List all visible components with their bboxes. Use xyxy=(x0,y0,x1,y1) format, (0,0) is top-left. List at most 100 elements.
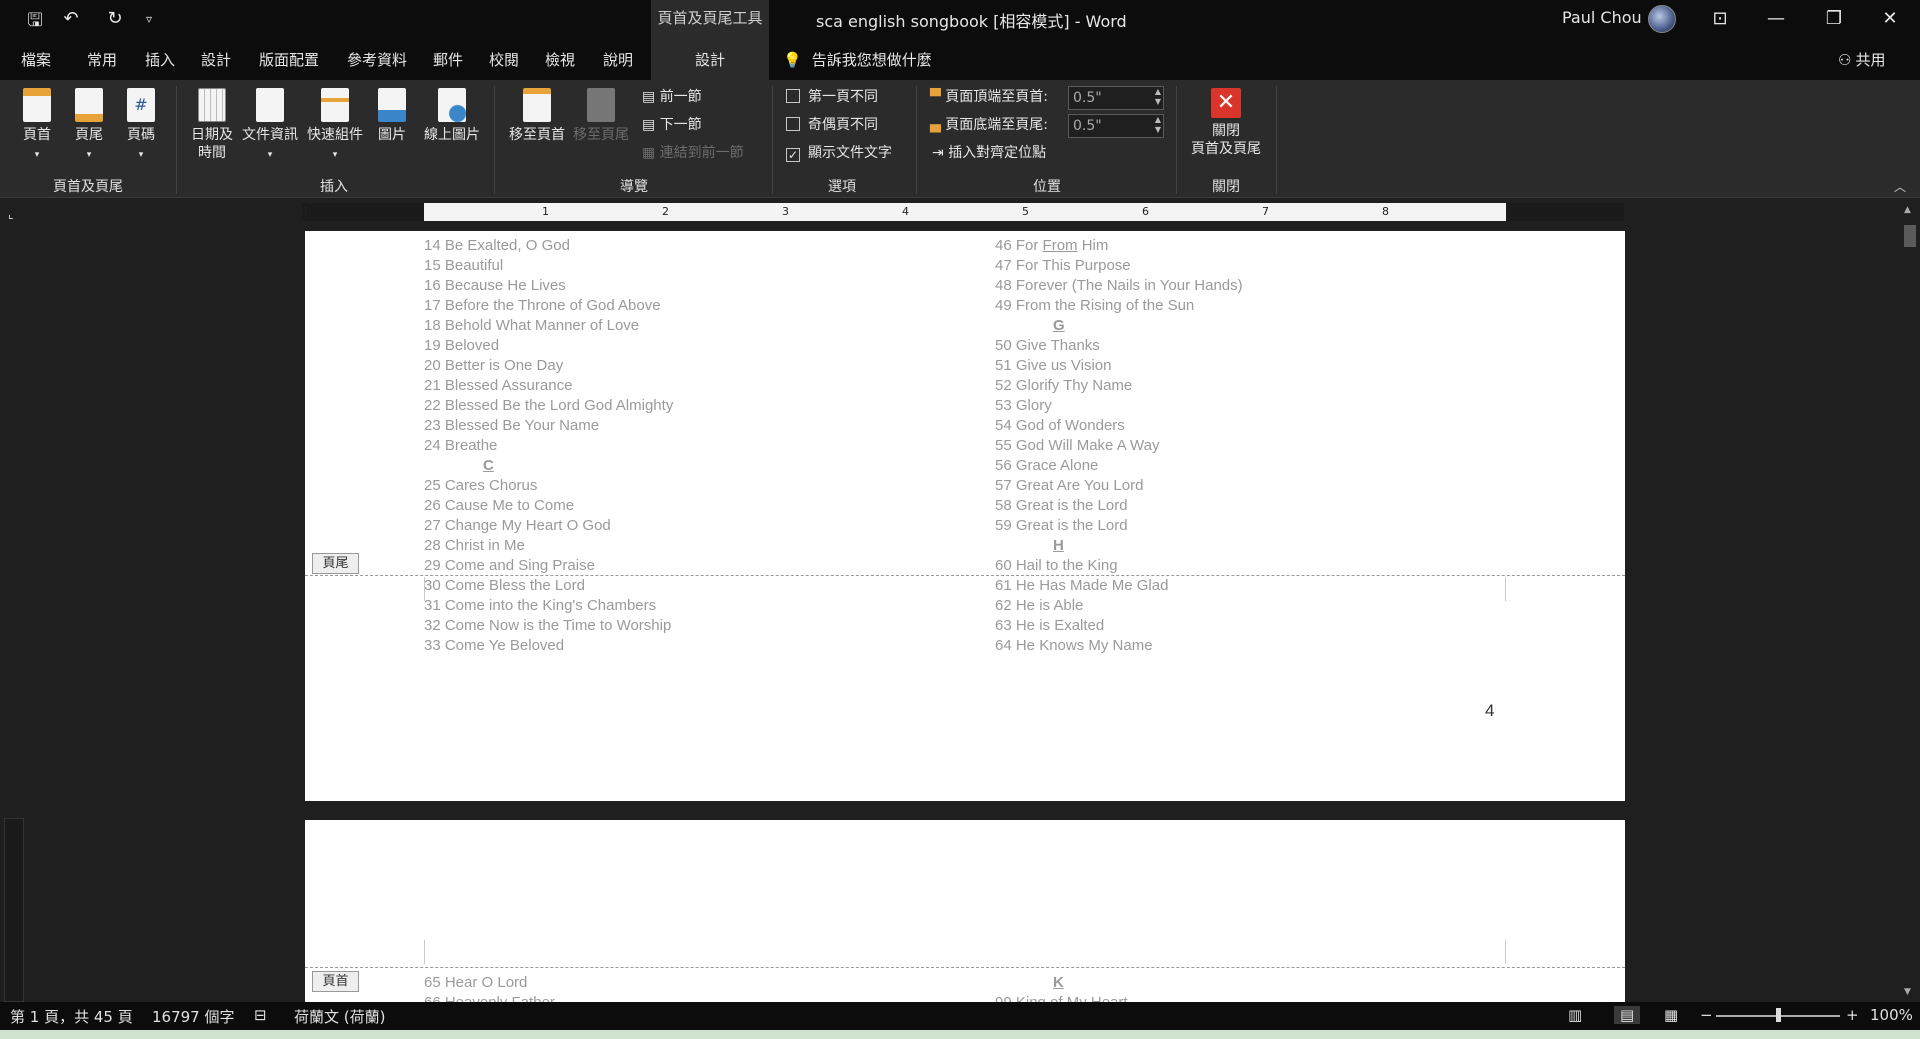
page[interactable]: 14 Be Exalted, O God 15 Beautiful 16 Becau… xyxy=(305,231,1625,801)
save-icon[interactable]: 🖫 xyxy=(22,8,48,38)
pictures-label: 圖片 xyxy=(378,127,406,143)
word-count[interactable]: 16797 個字 xyxy=(152,1006,235,1027)
close-header-footer-button[interactable]: ✕ 關閉 頁首及頁尾 xyxy=(1186,88,1266,158)
tab-review[interactable]: 校閱 xyxy=(482,40,526,80)
tab-file[interactable]: 檔案 xyxy=(14,40,58,80)
tab-header-footer-design[interactable]: 設計 xyxy=(651,40,769,80)
song-line: 16 Because He Lives xyxy=(424,277,566,294)
tab-references[interactable]: 參考資料 xyxy=(340,40,414,80)
document-info-button[interactable]: 文件資訊 ▾ xyxy=(240,88,300,164)
quick-parts-label: 快速組件 xyxy=(307,127,363,143)
ruler-number: 5 xyxy=(1022,205,1029,218)
tab-design[interactable]: 設計 xyxy=(194,40,238,80)
zoom-in-button[interactable]: + xyxy=(1846,1006,1859,1024)
checkbox-box xyxy=(786,117,800,131)
page-number[interactable]: 4 xyxy=(1485,701,1494,721)
vertical-ruler[interactable] xyxy=(4,818,24,1002)
zoom-out-button[interactable]: − xyxy=(1700,1006,1713,1024)
header-from-top-label-row: ▀ 頁面頂端至頁首: xyxy=(930,86,1048,108)
section-letter: H xyxy=(1053,537,1064,554)
tab-selector-icon[interactable]: ⌞ xyxy=(8,207,22,221)
minimize-button[interactable]: — xyxy=(1748,0,1804,40)
restore-button[interactable]: ❐ xyxy=(1806,0,1862,40)
collapse-ribbon-icon[interactable]: ︿ xyxy=(1894,178,1906,195)
user-name[interactable]: Paul Chou xyxy=(1562,8,1642,27)
zoom-slider-thumb[interactable] xyxy=(1776,1008,1781,1022)
insert-alignment-tab-button[interactable]: ⇥ 插入對齊定位點 xyxy=(932,142,1046,164)
footer-from-bottom-value: 0.5" xyxy=(1073,118,1102,134)
different-first-page-checkbox[interactable]: 第一頁不同 xyxy=(786,86,878,108)
tab-help[interactable]: 說明 xyxy=(596,40,640,80)
tab-layout[interactable]: 版面配置 xyxy=(252,40,326,80)
show-document-text-label: 顯示文件文字 xyxy=(808,145,892,161)
page-number-button[interactable]: # 頁碼 ▾ xyxy=(122,88,160,164)
page[interactable]: 頁首 65 Hear O Lord 66 Heavenly Father K 9… xyxy=(305,820,1625,1002)
quick-parts-button[interactable]: 快速組件 ▾ xyxy=(304,88,366,164)
scroll-up-icon[interactable]: ▲ xyxy=(1904,205,1911,215)
different-odd-even-checkbox[interactable]: 奇偶頁不同 xyxy=(786,114,878,136)
date-time-button[interactable]: 日期及 時間 xyxy=(186,88,238,162)
spin-arrows-icon[interactable]: ▲ ▼ xyxy=(1155,87,1161,107)
show-document-text-checkbox[interactable]: ✓ 顯示文件文字 xyxy=(786,142,892,164)
group-label-position: 位置 xyxy=(1033,179,1061,195)
redo-icon[interactable]: ↻ xyxy=(102,8,128,29)
song-line: 14 Be Exalted, O God xyxy=(424,237,570,254)
tell-me-box[interactable]: 💡 告訴我您想做什麼 xyxy=(783,40,932,80)
word-window: 🖫 ↶ ↻ ▿ 頁首及頁尾工具 sca english songbook [相容… xyxy=(0,0,1920,1039)
customize-qat-icon[interactable]: ▿ xyxy=(136,12,162,26)
scroll-down-icon[interactable]: ▼ xyxy=(1904,987,1911,997)
close-window-button[interactable]: ✕ xyxy=(1862,0,1918,40)
online-pictures-button[interactable]: 線上圖片 xyxy=(420,88,484,144)
goto-header-label: 移至頁首 xyxy=(509,127,565,143)
lightbulb-icon: 💡 xyxy=(783,51,802,69)
language[interactable]: 荷蘭文 (荷蘭) xyxy=(294,1006,385,1027)
print-layout-icon[interactable]: ▤ xyxy=(1614,1006,1641,1024)
header-from-top-value: 0.5" xyxy=(1073,90,1102,106)
song-line: 31 Come into the King's Chambers xyxy=(424,597,657,614)
horizontal-ruler[interactable]: 1 1 2 3 4 5 6 7 8 xyxy=(302,203,1624,221)
vertical-scrollbar[interactable]: ▲ ▼ xyxy=(1900,199,1920,1002)
online-picture-icon xyxy=(438,88,466,122)
quick-parts-icon xyxy=(321,88,349,122)
status-bar: 第 1 頁，共 45 頁 16797 個字 ⊟ 荷蘭文 (荷蘭) ▥ ▤ ▦ −… xyxy=(0,1002,1920,1030)
footer-boundary xyxy=(305,575,1625,576)
tab-mailings[interactable]: 郵件 xyxy=(426,40,470,80)
link-to-previous-button[interactable]: ▦ 連結到前一節 xyxy=(642,142,744,164)
undo-icon[interactable]: ↶ xyxy=(58,8,84,29)
footer-from-bottom-input[interactable]: 0.5" ▲ ▼ xyxy=(1068,114,1164,138)
song-line: 15 Beautiful xyxy=(424,257,504,274)
header-button[interactable]: 頁首 ▾ xyxy=(18,88,56,164)
previous-section-button[interactable]: ▤ 前一節 xyxy=(642,86,702,108)
tell-me-label: 告訴我您想做什麼 xyxy=(811,51,932,69)
read-mode-icon[interactable]: ▥ xyxy=(1568,1006,1582,1024)
tab-insert[interactable]: 插入 xyxy=(138,40,182,80)
proofing-icon[interactable]: ⊟ xyxy=(254,1006,267,1024)
avatar[interactable] xyxy=(1648,5,1676,33)
next-section-button[interactable]: ▤ 下一節 xyxy=(642,114,702,136)
song-line: 32 Come Now is the Time to Worship xyxy=(424,617,672,634)
calendar-icon xyxy=(198,88,226,122)
ribbon-display-options-button[interactable]: ⊡ xyxy=(1692,0,1748,40)
zoom-level[interactable]: 100% xyxy=(1870,1006,1913,1024)
song-line: 26 Cause Me to Come xyxy=(424,497,575,514)
scrollbar-thumb[interactable] xyxy=(1904,225,1916,247)
spin-arrows-icon[interactable]: ▲ ▼ xyxy=(1155,115,1161,135)
goto-header-button[interactable]: 移至頁首 xyxy=(506,88,568,144)
tab-view[interactable]: 檢視 xyxy=(538,40,582,80)
tab-home[interactable]: 常用 xyxy=(80,40,124,80)
ruler-number: 4 xyxy=(902,205,909,218)
flagged-word[interactable]: From xyxy=(1043,237,1078,254)
footer-button[interactable]: 頁尾 ▾ xyxy=(70,88,108,164)
insert-alignment-tab-label: 插入對齊定位點 xyxy=(948,145,1047,161)
page-info[interactable]: 第 1 頁，共 45 頁 xyxy=(10,1006,133,1027)
share-button[interactable]: ⚇ 共用 xyxy=(1838,40,1885,80)
goto-footer-button[interactable]: 移至頁尾 xyxy=(570,88,632,144)
web-layout-icon[interactable]: ▦ xyxy=(1664,1006,1678,1024)
header-from-top-input[interactable]: 0.5" ▲ ▼ xyxy=(1068,86,1164,110)
song-line: 27 Change My Heart O God xyxy=(424,517,611,534)
song-line: 61 He Has Made Me Glad xyxy=(995,577,1169,594)
pictures-button[interactable]: 圖片 xyxy=(372,88,412,144)
song-line: 33 Come Ye Beloved xyxy=(424,637,565,654)
link-previous-icon: ▦ xyxy=(642,145,660,161)
song-line: 24 Breathe xyxy=(424,437,498,454)
